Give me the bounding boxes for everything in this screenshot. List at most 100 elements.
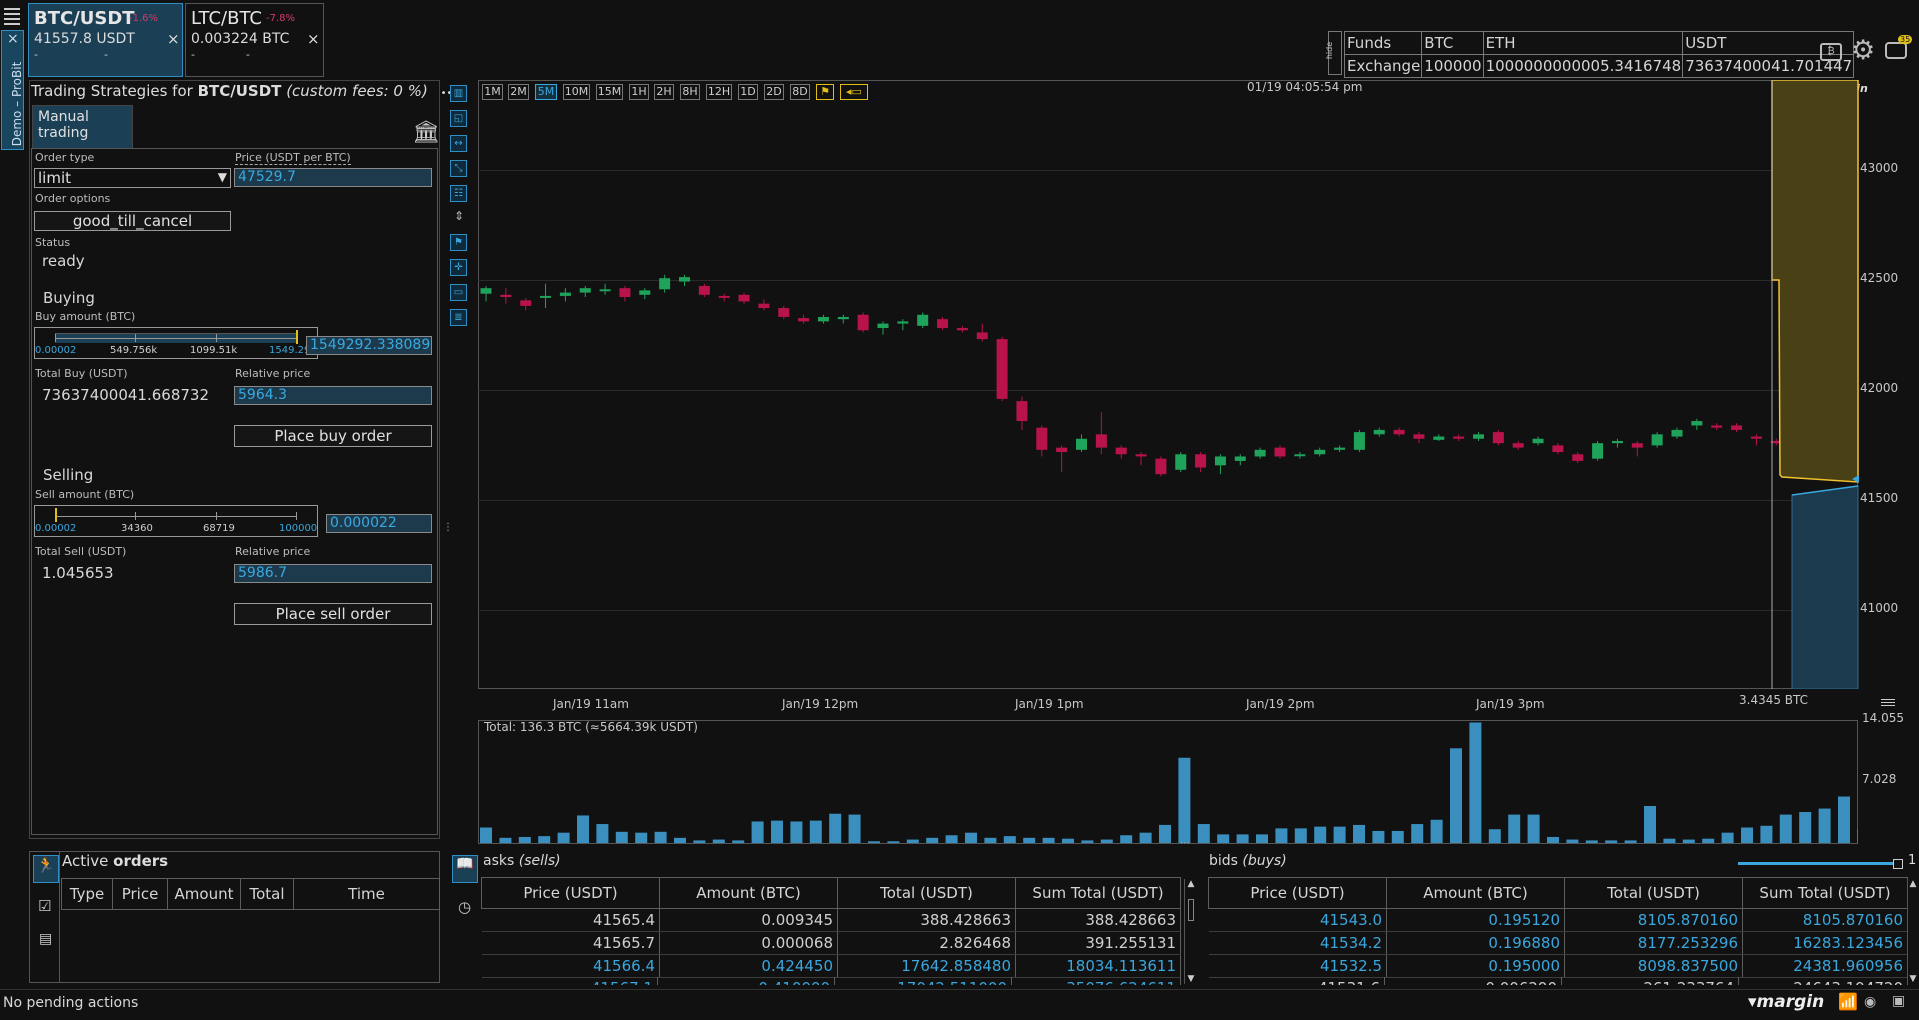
column-header[interactable]: Type: [61, 878, 113, 910]
sell-relative-price-input[interactable]: 5986.7: [234, 564, 432, 583]
column-header[interactable]: Total (USDT): [1564, 877, 1743, 909]
indicator-tool-icon[interactable]: ☷: [450, 185, 467, 202]
table-row[interactable]: 41565.7 0.000068 2.826468 391.255131: [481, 931, 1181, 955]
candle-body[interactable]: [559, 292, 571, 296]
candle-body[interactable]: [1016, 401, 1028, 422]
candle-body[interactable]: [639, 290, 651, 295]
candle-body[interactable]: [579, 288, 591, 293]
column-header[interactable]: Price (USDT): [1208, 877, 1387, 909]
candle-body[interactable]: [698, 285, 710, 295]
exchange-side-tab[interactable]: × Demo – ProBit: [1, 30, 24, 150]
candle-body[interactable]: [1274, 447, 1286, 457]
column-header[interactable]: Total: [240, 878, 294, 910]
candle-body[interactable]: [937, 319, 949, 329]
candle-body[interactable]: [1750, 436, 1762, 439]
table-row[interactable]: 41543.0 0.195120 8105.870160 8105.870160: [1208, 908, 1908, 932]
flag-tool-icon[interactable]: ⚑: [450, 234, 467, 251]
column-header[interactable]: Amount (BTC): [659, 877, 838, 909]
candle-body[interactable]: [798, 318, 810, 322]
candle-body[interactable]: [540, 295, 552, 298]
candle-body[interactable]: [996, 339, 1008, 399]
candle-body[interactable]: [718, 295, 730, 298]
candle-body[interactable]: [520, 300, 532, 306]
candle-body[interactable]: [1592, 443, 1604, 459]
candle-body[interactable]: [1373, 429, 1385, 435]
candle-body[interactable]: [1473, 434, 1484, 439]
place-sell-order-button[interactable]: Place sell order: [234, 603, 432, 625]
candle-body[interactable]: [480, 288, 492, 294]
sell-amount-input[interactable]: 0.000022: [326, 514, 432, 533]
candle-body[interactable]: [976, 332, 988, 340]
candle-body[interactable]: [1492, 432, 1504, 444]
candle-body[interactable]: [1532, 438, 1544, 444]
candle-body[interactable]: [857, 314, 869, 331]
candle-body[interactable]: [1115, 447, 1127, 455]
candle-body[interactable]: [1056, 447, 1068, 453]
slider-handle[interactable]: [296, 330, 298, 344]
buy-amount-input[interactable]: 1549292.338089: [306, 336, 432, 355]
candle-body[interactable]: [1254, 449, 1266, 457]
candle-body[interactable]: [679, 277, 690, 282]
candle-body[interactable]: [1314, 449, 1326, 455]
buy-amount-slider[interactable]: 0.00002 549.756k 1099.51k 1549.29k: [34, 327, 318, 359]
table-row[interactable]: 41566.4 0.424450 17642.858480 18034.113611: [481, 954, 1181, 978]
candle-body[interactable]: [1631, 443, 1643, 448]
depth-slider[interactable]: [1738, 859, 1903, 869]
candle-body[interactable]: [1572, 454, 1584, 461]
gear-icon[interactable]: ⚙: [1851, 37, 1875, 64]
crosshair-tool-icon[interactable]: ✛: [450, 259, 467, 276]
panel-resize-handle[interactable]: ⋮: [443, 522, 453, 533]
market-tab-btc-usdt[interactable]: BTC/USDT -1.6% 41557.8 USDT - - ×: [28, 3, 183, 77]
orderbook-icon[interactable]: 📖: [452, 855, 478, 883]
order-type-select[interactable]: limit ▼: [34, 168, 231, 188]
candle-body[interactable]: [1731, 425, 1743, 430]
sell-amount-slider[interactable]: 0.00002 34360 68719 100000: [34, 505, 318, 537]
trend-tool-icon[interactable]: ⤡: [450, 160, 467, 177]
candle-body[interactable]: [659, 278, 671, 290]
candle-body[interactable]: [1393, 429, 1405, 435]
order-options-select[interactable]: good_till_cancel: [34, 211, 231, 231]
wallet-icon[interactable]: ₿: [1820, 43, 1842, 61]
candle-body[interactable]: [1611, 440, 1623, 444]
notifications-icon[interactable]: 35: [1885, 35, 1913, 59]
candle-body[interactable]: [1711, 425, 1723, 428]
comment-tool-icon[interactable]: ▭: [450, 284, 467, 301]
funds-hide-toggle[interactable]: hide: [1325, 31, 1342, 75]
price-input[interactable]: 47529.7: [234, 168, 432, 187]
column-header[interactable]: Total (USDT): [837, 877, 1016, 909]
column-header[interactable]: Time: [293, 878, 440, 910]
candle-body[interactable]: [1433, 436, 1445, 440]
candle-body[interactable]: [1214, 456, 1226, 466]
candle-body[interactable]: [1294, 454, 1306, 457]
candle-body[interactable]: [1234, 456, 1246, 461]
resize-handle[interactable]: ⋯: [1180, 838, 1190, 849]
exchange-building-icon[interactable]: 🏛: [412, 120, 440, 145]
candle-body[interactable]: [897, 321, 909, 324]
candle-body[interactable]: [778, 308, 790, 317]
signal-icon[interactable]: 📶: [1838, 992, 1858, 1011]
layout-icon[interactable]: ▣: [1892, 993, 1905, 1009]
candle-body[interactable]: [758, 303, 770, 309]
close-tab-icon[interactable]: ×: [167, 30, 180, 48]
candle-body[interactable]: [1175, 454, 1187, 470]
buy-relative-price-input[interactable]: 5964.3: [234, 386, 432, 405]
hamburger-menu-icon[interactable]: [4, 6, 20, 25]
candle-body[interactable]: [1671, 429, 1683, 437]
candle-body[interactable]: [917, 314, 929, 326]
place-buy-order-button[interactable]: Place buy order: [234, 425, 432, 447]
candles-tool-icon[interactable]: ▥: [450, 85, 467, 102]
candle-body[interactable]: [1453, 436, 1465, 439]
candle-body[interactable]: [619, 288, 631, 298]
tab-manual-trading[interactable]: Manual trading: [32, 105, 133, 149]
table-row[interactable]: 41531.60.006290261.23376424643.194720: [1208, 977, 1908, 985]
candle-body[interactable]: [877, 323, 889, 329]
candle-body[interactable]: [599, 289, 611, 292]
depth-slider-handle[interactable]: [1893, 859, 1903, 869]
market-tab-ltc-btc[interactable]: LTC/BTC -7.8% 0.003224 BTC - - ×: [185, 3, 324, 77]
candle-body[interactable]: [1036, 427, 1048, 450]
column-header[interactable]: Amount (BTC): [1386, 877, 1565, 909]
range-tool-icon[interactable]: ↔: [450, 135, 467, 152]
candle-body[interactable]: [738, 294, 750, 302]
history-icon[interactable]: ◷: [458, 898, 471, 916]
candle-body[interactable]: [500, 294, 512, 298]
